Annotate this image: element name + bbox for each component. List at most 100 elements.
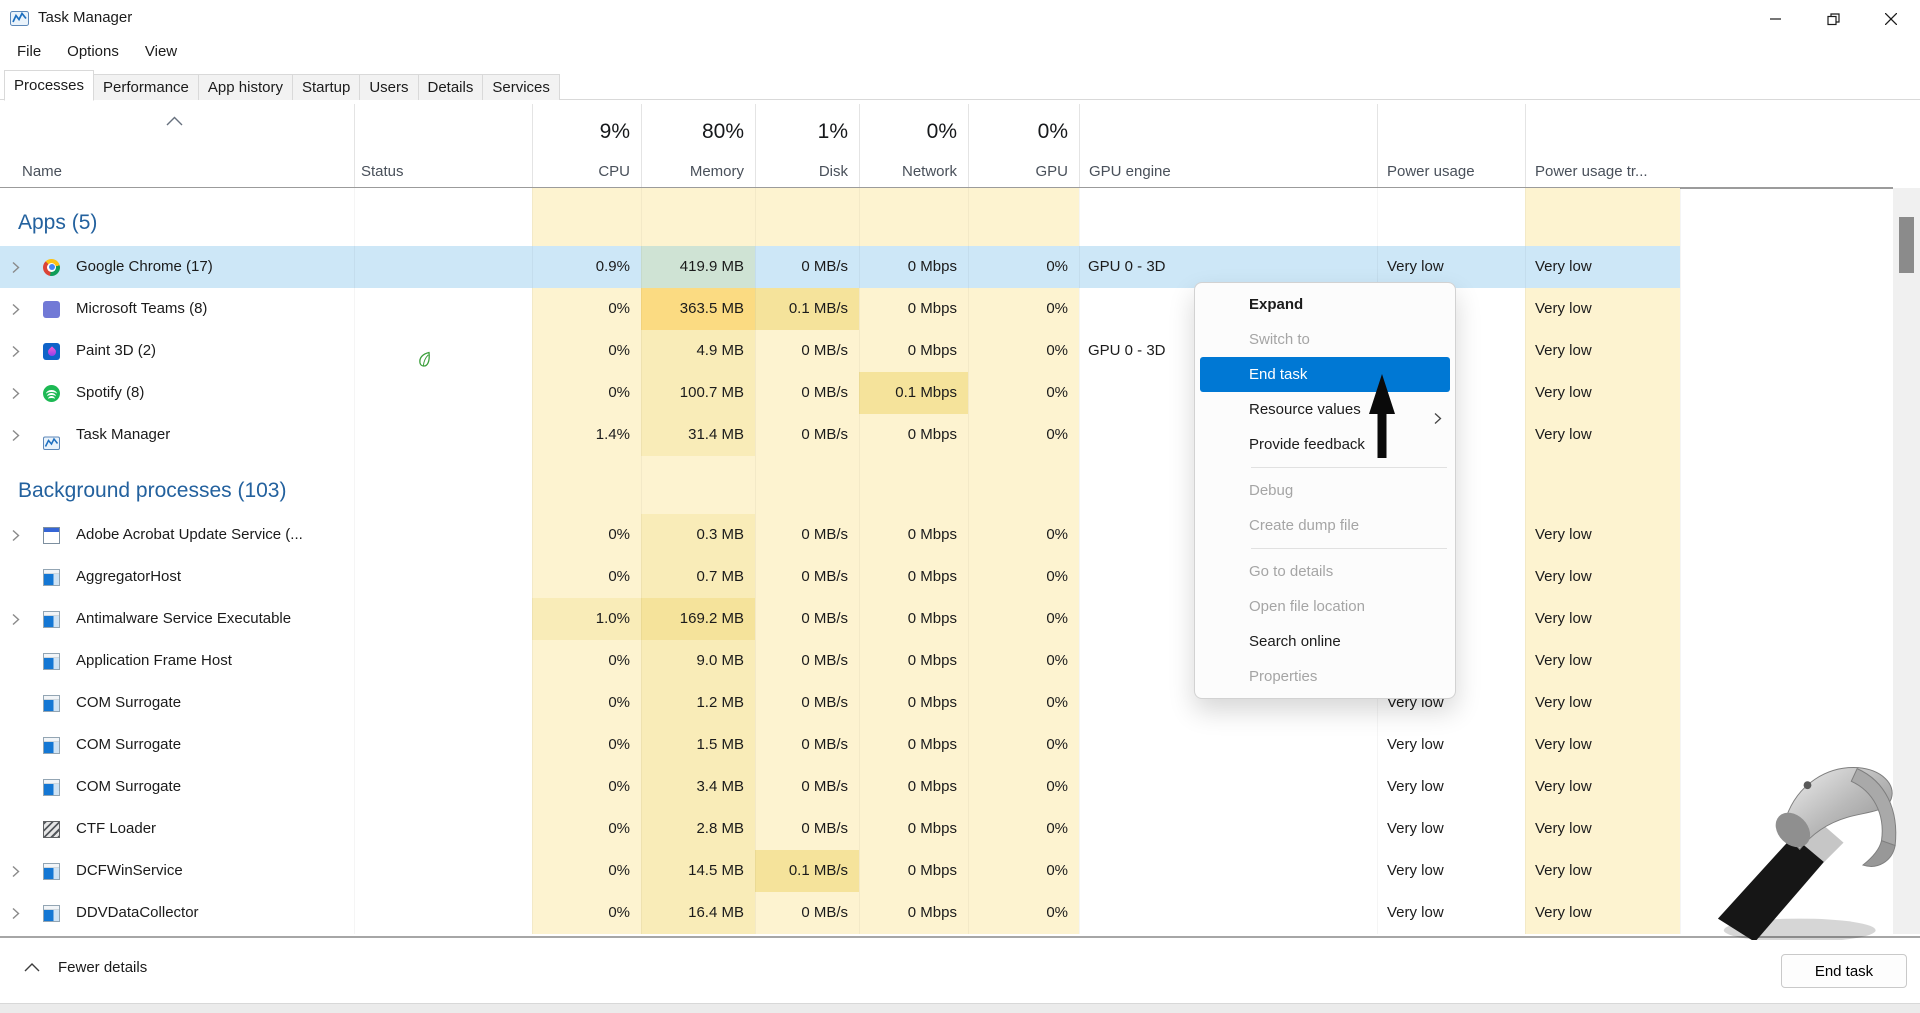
power-usage-trend-cell: Very low (1525, 556, 1680, 598)
footer-bar: Fewer details End task (0, 936, 1920, 1005)
close-button[interactable] (1862, 0, 1920, 38)
menu-item-switch-to[interactable]: Switch to (1195, 322, 1455, 357)
gpu-engine-cell (1079, 724, 1377, 766)
power-usage-trend-cell: Very low (1525, 246, 1680, 288)
process-row[interactable]: COM Surrogate0%1.5 MB0 MB/s0 Mbps0%Very … (0, 724, 1680, 766)
menu-item-create-dump-file[interactable]: Create dump file (1195, 508, 1455, 543)
disk-cell: 0 MB/s (755, 372, 859, 414)
restore-button[interactable] (1804, 0, 1862, 38)
column-header-disk[interactable]: 1% Disk (755, 104, 859, 187)
gpu-cell (968, 456, 1079, 514)
expand-chevron-icon[interactable] (12, 428, 28, 442)
winblue-icon (43, 863, 60, 880)
vertical-scrollbar[interactable] (1893, 188, 1920, 934)
memory-cell: 1.2 MB (641, 682, 755, 724)
power-usage-trend-cell: Very low (1525, 414, 1680, 456)
expand-chevron-icon[interactable] (12, 344, 28, 358)
column-header-gpu-engine[interactable]: GPU engine (1079, 104, 1377, 187)
expand-chevron-icon[interactable] (12, 260, 28, 274)
gpu-engine-cell (1079, 892, 1377, 934)
gpu-engine-cell (1079, 766, 1377, 808)
memory-cell: 4.9 MB (641, 330, 755, 372)
fewer-details-toggle[interactable]: Fewer details (20, 959, 147, 976)
spotify-icon (43, 385, 60, 402)
column-header-name[interactable]: Name (0, 104, 354, 187)
tab-users[interactable]: Users (359, 74, 418, 100)
expand-chevron-icon[interactable] (12, 612, 28, 626)
section-row[interactable]: Apps (5) (0, 188, 1680, 246)
power-usage-trend-cell: Very low (1525, 892, 1680, 934)
expand-chevron-icon[interactable] (12, 528, 28, 542)
tab-details[interactable]: Details (418, 74, 484, 100)
power-usage-trend-cell: Very low (1525, 850, 1680, 892)
column-header-power-usage[interactable]: Power usage (1377, 104, 1525, 187)
process-row[interactable]: COM Surrogate0%3.4 MB0 MB/s0 Mbps0%Very … (0, 766, 1680, 808)
gpu-cell: 0% (968, 414, 1079, 456)
minimize-button[interactable] (1746, 0, 1804, 38)
expand-chevron-icon[interactable] (12, 386, 28, 400)
menu-item-debug[interactable]: Debug (1195, 473, 1455, 508)
power-usage-trend-cell: Very low (1525, 288, 1680, 330)
menubar-item-view[interactable]: View (132, 38, 190, 66)
name-cell: Paint 3D (2) (0, 330, 354, 372)
process-name: CTF Loader (76, 808, 156, 850)
menu-item-open-file-location[interactable]: Open file location (1195, 589, 1455, 624)
process-row[interactable]: DCFWinService0%14.5 MB0.1 MB/s0 Mbps0%Ve… (0, 850, 1680, 892)
tab-processes[interactable]: Processes (4, 70, 94, 101)
end-task-button[interactable]: End task (1781, 954, 1907, 988)
network-cell: 0 Mbps (859, 246, 968, 288)
menubar-item-file[interactable]: File (4, 38, 54, 66)
menu-item-end-task[interactable]: End task (1200, 357, 1450, 392)
tab-startup[interactable]: Startup (292, 74, 360, 100)
cpu-cell: 0% (532, 724, 641, 766)
menu-item-search-online[interactable]: Search online (1195, 624, 1455, 659)
disk-cell: 0 MB/s (755, 556, 859, 598)
column-header-memory[interactable]: 80% Memory (641, 104, 755, 187)
cpu-total-usage: 9% (600, 120, 630, 144)
tab-app-history[interactable]: App history (198, 74, 293, 100)
process-row[interactable]: DDVDataCollector0%16.4 MB0 MB/s0 Mbps0%V… (0, 892, 1680, 934)
winblue-icon (43, 695, 60, 712)
menu-item-properties[interactable]: Properties (1195, 659, 1455, 694)
gpu-cell: 0% (968, 808, 1079, 850)
name-cell: Adobe Acrobat Update Service (... (0, 514, 354, 556)
cpu-cell: 0% (532, 892, 641, 934)
expand-chevron-icon[interactable] (12, 302, 28, 316)
disk-cell: 0 MB/s (755, 598, 859, 640)
memory-cell: 1.5 MB (641, 724, 755, 766)
name-cell: Application Frame Host (0, 640, 354, 682)
column-header-gpu[interactable]: 0% GPU (968, 104, 1079, 187)
power-usage-trend-cell: Very low (1525, 682, 1680, 724)
menu-item-resource-values[interactable]: Resource values (1195, 392, 1455, 427)
power-usage-trend-cell: Very low (1525, 330, 1680, 372)
tab-performance[interactable]: Performance (93, 74, 199, 100)
power-usage-trend-cell: Very low (1525, 372, 1680, 414)
gpu-engine-cell (1079, 808, 1377, 850)
menu-item-go-to-details[interactable]: Go to details (1195, 554, 1455, 589)
name-cell: Google Chrome (17) (0, 246, 354, 288)
name-cell: COM Surrogate (0, 682, 354, 724)
status-cell (354, 682, 532, 724)
column-header-status[interactable]: Status (354, 104, 532, 187)
menubar-item-options[interactable]: Options (54, 38, 132, 66)
tab-services[interactable]: Services (482, 74, 560, 100)
ctf-icon (43, 821, 60, 838)
scrollbar-thumb[interactable] (1899, 217, 1914, 273)
disk-cell: 0 MB/s (755, 682, 859, 724)
column-header-power-usage-trend[interactable]: Power usage tr... (1525, 104, 1680, 187)
memory-cell: 16.4 MB (641, 892, 755, 934)
menu-item-provide-feedback[interactable]: Provide feedback (1195, 427, 1455, 462)
cpu-cell: 1.4% (532, 414, 641, 456)
menu-item-expand[interactable]: Expand (1195, 287, 1455, 322)
network-cell: 0 Mbps (859, 640, 968, 682)
teams-icon (43, 301, 60, 318)
expand-chevron-icon[interactable] (12, 864, 28, 878)
cpu-cell: 0% (532, 682, 641, 724)
status-cell (354, 372, 532, 414)
expand-chevron-icon[interactable] (12, 906, 28, 920)
name-cell: COM Surrogate (0, 766, 354, 808)
column-header-cpu[interactable]: 9% CPU (532, 104, 641, 187)
process-row[interactable]: CTF Loader0%2.8 MB0 MB/s0 Mbps0%Very low… (0, 808, 1680, 850)
disk-cell: 0.1 MB/s (755, 288, 859, 330)
column-header-network[interactable]: 0% Network (859, 104, 968, 187)
